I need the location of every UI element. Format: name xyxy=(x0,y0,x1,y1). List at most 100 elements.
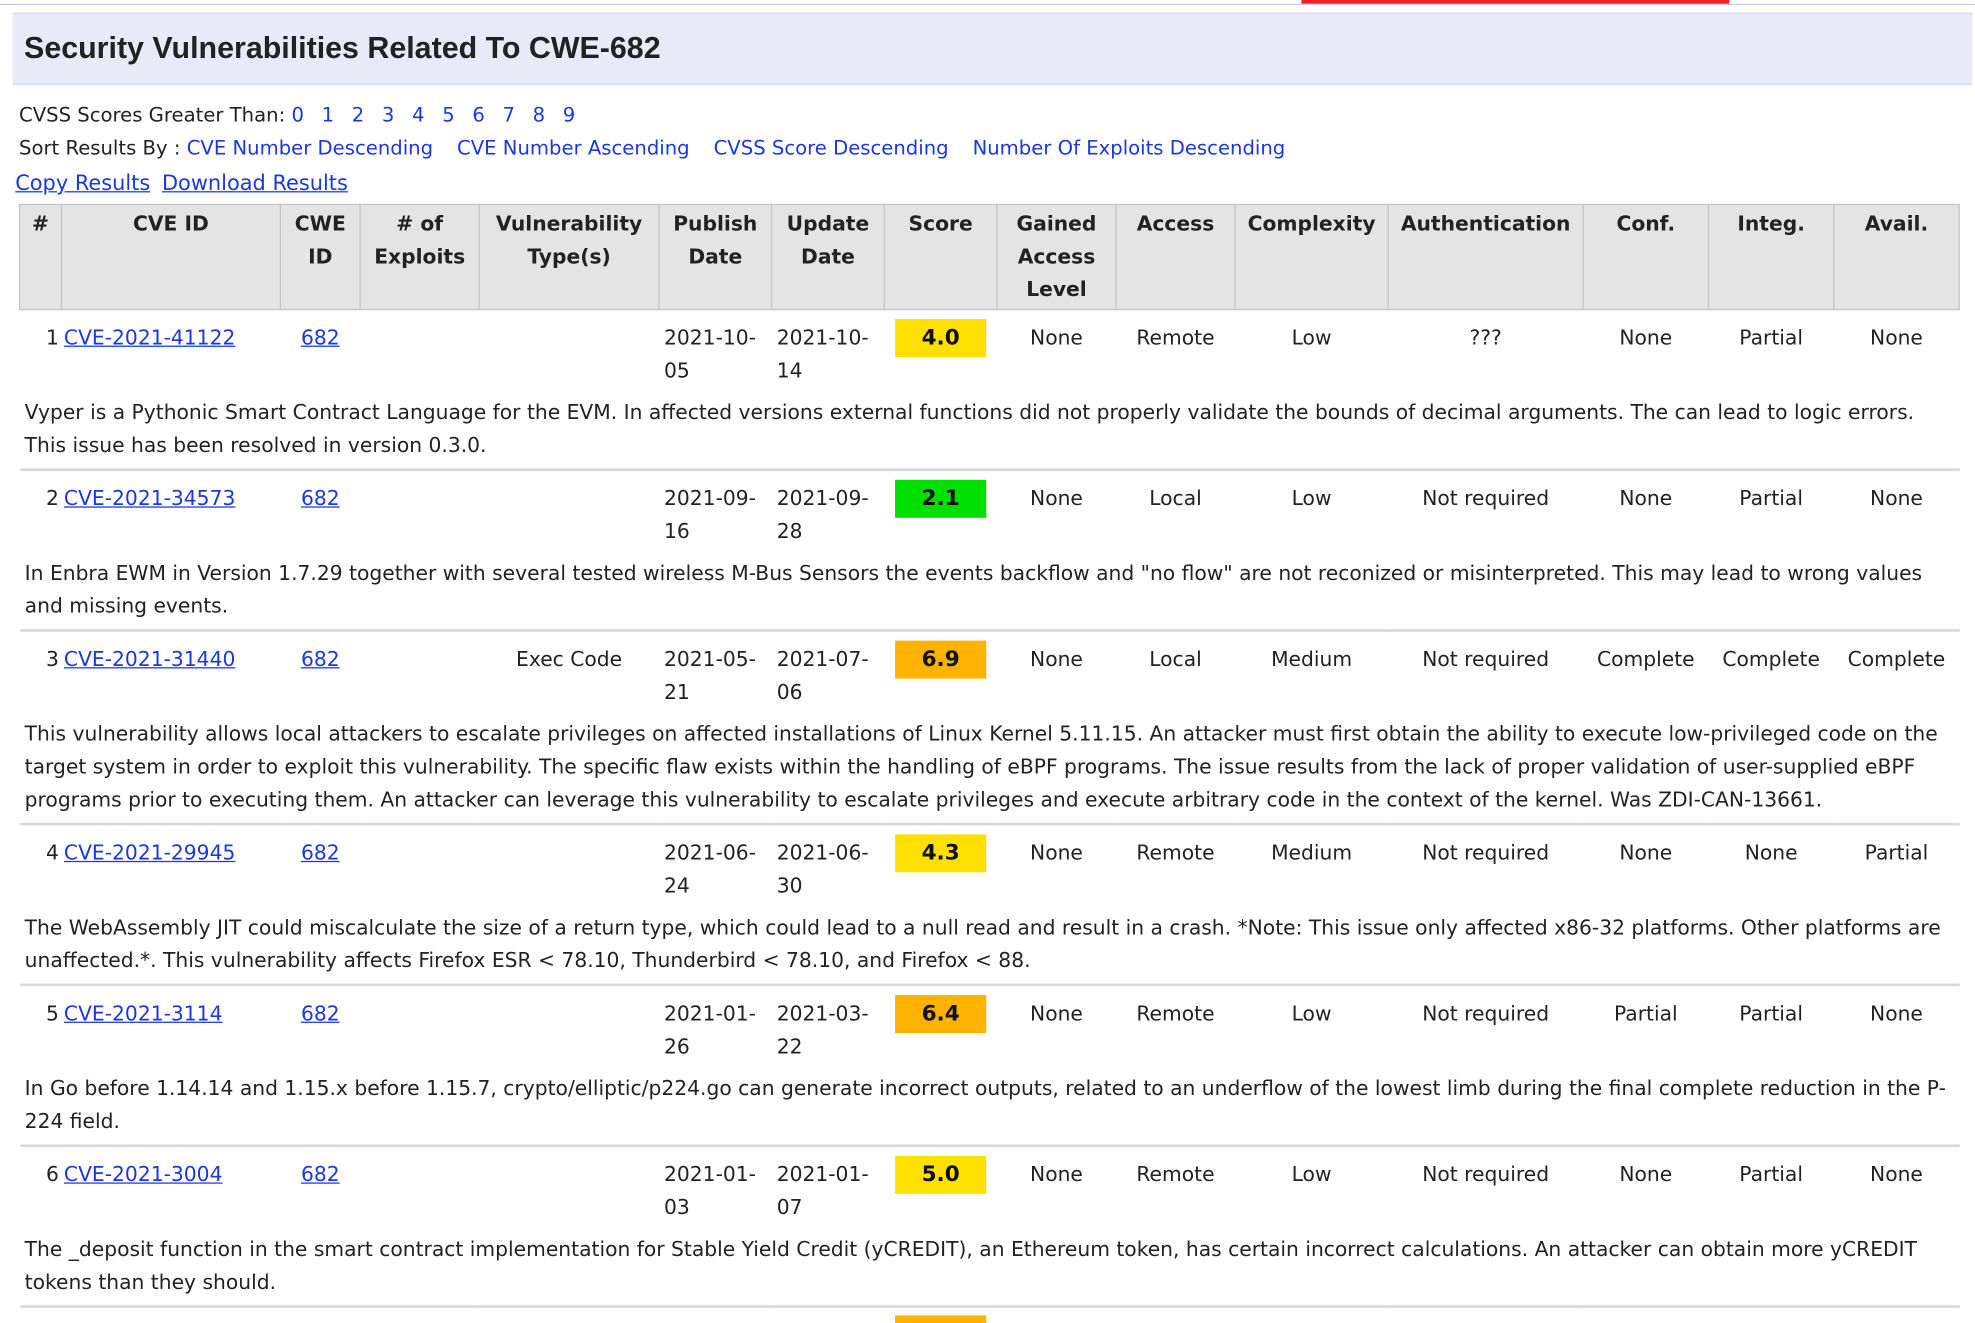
cvss-score-link-1[interactable]: 1 xyxy=(322,104,335,127)
col-integrity-header[interactable]: Integ. xyxy=(1707,203,1835,311)
update-date-cell: 2021-09-28 xyxy=(772,470,885,548)
cwe-id-link[interactable]: 682 xyxy=(301,486,340,510)
partial-cell xyxy=(884,1307,997,1323)
sort-cve-desc-link[interactable]: CVE Number Descending xyxy=(187,137,433,160)
summary-row: The _deposit function in the smart contr… xyxy=(19,1224,1960,1308)
vuln-type-cell xyxy=(479,985,659,1063)
cvss-score-link-3[interactable]: 3 xyxy=(382,104,395,127)
table-row-partial xyxy=(20,1307,1960,1323)
vuln-summary: Vyper is a Pythonic Smart Contract Langu… xyxy=(19,387,1960,471)
col-access-header[interactable]: Access xyxy=(1115,203,1236,311)
cvss-score-link-4[interactable]: 4 xyxy=(412,104,425,127)
cvss-score-link-9[interactable]: 9 xyxy=(563,104,576,127)
col-index-header[interactable]: # xyxy=(18,203,63,311)
sort-exploits-desc-link[interactable]: Number Of Exploits Descending xyxy=(973,137,1286,160)
col-availability-header[interactable]: Avail. xyxy=(1833,203,1960,311)
summary-row: Vyper is a Pythonic Smart Contract Langu… xyxy=(19,387,1960,471)
update-date-cell: 2021-07-06 xyxy=(772,630,885,708)
cve-id-link[interactable]: CVE-2021-29945 xyxy=(64,841,235,865)
col-update-date-header[interactable]: Update Date xyxy=(770,203,885,311)
col-publish-date-header[interactable]: Publish Date xyxy=(658,203,773,311)
availability-cell: None xyxy=(1834,985,1959,1063)
exploits-count-cell xyxy=(360,824,479,902)
integrity: None xyxy=(1744,840,1798,865)
partial-cell xyxy=(772,1307,885,1323)
cwe-id-link[interactable]: 682 xyxy=(301,841,340,865)
confidentiality: Complete xyxy=(1596,646,1695,671)
exploits-count-cell xyxy=(360,985,479,1063)
gained-access-cell: None xyxy=(997,824,1116,902)
cvss-score-links: 0 1 2 3 4 5 6 7 8 9 xyxy=(291,104,586,127)
col-cwe-id-header[interactable]: CWE ID xyxy=(279,203,361,311)
update-date: 2021-06-30 xyxy=(776,840,869,898)
availability: Complete xyxy=(1847,646,1946,671)
access-vector: Remote xyxy=(1136,1001,1215,1026)
row-index-cell: 1 xyxy=(20,310,62,388)
confidentiality-cell: None xyxy=(1583,470,1708,548)
partial-cell xyxy=(997,1307,1116,1323)
exploits-count-cell xyxy=(360,310,479,388)
cwe-id-link[interactable]: 682 xyxy=(301,647,340,671)
score-badge-cell: 4.3 xyxy=(884,824,997,902)
page-viewport: Security Vulnerabilities Related To CWE-… xyxy=(0,0,1975,1323)
cve-id-link[interactable]: CVE-2021-31440 xyxy=(64,647,235,671)
col-gained-access-header[interactable]: Gained Access Level xyxy=(996,203,1117,311)
publish-date: 2021-01-03 xyxy=(664,1162,756,1220)
cvss-score-link-8[interactable]: 8 xyxy=(533,104,546,127)
col-score-header[interactable]: Score xyxy=(883,203,998,311)
score-badge-cell: 2.1 xyxy=(884,470,997,548)
confidentiality-cell: None xyxy=(1583,310,1708,388)
cvss-score-link-7[interactable]: 7 xyxy=(502,104,515,127)
table-row: 5 CVE-2021-3114 682 2021-01-26 2021-03-22 6.4… xyxy=(20,985,1960,1063)
cve-id-link-cell: CVE-2021-41122 xyxy=(61,310,280,388)
gained-access: None xyxy=(1030,1001,1083,1026)
cwe-id-link[interactable]: 682 xyxy=(301,1001,340,1025)
row-index: 4 xyxy=(45,840,59,865)
cvss-score-link-6[interactable]: 6 xyxy=(472,104,485,127)
authentication-cell: Not required xyxy=(1388,470,1583,548)
authentication: Not required xyxy=(1422,1162,1550,1187)
update-date: 2021-01-07 xyxy=(776,1162,869,1220)
cve-id-link[interactable]: CVE-2021-34573 xyxy=(64,486,235,510)
top-divider xyxy=(0,3,1975,6)
download-results-link[interactable]: Download Results xyxy=(162,171,348,195)
score-badge: 4.3 xyxy=(895,834,987,873)
integrity-cell: Partial xyxy=(1708,470,1833,548)
sort-cvss-desc-link[interactable]: CVSS Score Descending xyxy=(714,137,949,160)
cvss-score-link-5[interactable]: 5 xyxy=(442,104,455,127)
complexity: Low xyxy=(1291,1001,1332,1026)
col-authentication-header[interactable]: Authentication xyxy=(1387,203,1584,311)
cve-id-link[interactable]: CVE-2021-3004 xyxy=(64,1162,223,1186)
cwe-id-link[interactable]: 682 xyxy=(301,1162,340,1186)
score-badge-cell: 6.4 xyxy=(884,985,997,1063)
availability-cell: None xyxy=(1834,1146,1959,1224)
col-complexity-header[interactable]: Complexity xyxy=(1234,203,1389,311)
publish-date: 2021-05-21 xyxy=(664,646,756,704)
authentication-cell: Not required xyxy=(1388,1146,1583,1224)
score-badge: 4.0 xyxy=(895,319,987,358)
table-row: 6 CVE-2021-3004 682 2021-01-03 2021-01-07 5.0… xyxy=(20,1146,1960,1224)
availability: Partial xyxy=(1864,840,1929,865)
col-confidentiality-header[interactable]: Conf. xyxy=(1582,203,1710,311)
cvss-score-link-2[interactable]: 2 xyxy=(352,104,365,127)
authentication: ??? xyxy=(1469,325,1502,350)
cwe-id-link[interactable]: 682 xyxy=(301,325,340,349)
gained-access: None xyxy=(1030,325,1083,350)
col-vuln-type-header[interactable]: Vulnerability Type(s) xyxy=(478,203,660,311)
publish-date-cell: 2021-10-05 xyxy=(659,310,772,388)
availability: None xyxy=(1870,1162,1923,1187)
cve-id-link[interactable]: CVE-2021-3114 xyxy=(64,1001,223,1025)
vuln-type-cell xyxy=(479,824,659,902)
copy-results-link[interactable]: Copy Results xyxy=(15,171,150,195)
confidentiality-cell: None xyxy=(1583,1146,1708,1224)
cve-id-link[interactable]: CVE-2021-41122 xyxy=(64,325,235,349)
cvss-score-link-0[interactable]: 0 xyxy=(291,104,304,127)
gained-access-cell: None xyxy=(997,630,1116,708)
sort-cve-asc-link[interactable]: CVE Number Ascending xyxy=(457,137,690,160)
table-row: 2 CVE-2021-34573 682 2021-09-16 2021-09-28 2.… xyxy=(20,470,1960,548)
integrity: Complete xyxy=(1722,646,1820,671)
complexity: Medium xyxy=(1271,646,1353,671)
col-cve-id-header[interactable]: CVE ID xyxy=(60,203,282,311)
col-exploits-header[interactable]: # of Exploits xyxy=(359,203,480,311)
update-date-cell: 2021-10-14 xyxy=(772,310,885,388)
